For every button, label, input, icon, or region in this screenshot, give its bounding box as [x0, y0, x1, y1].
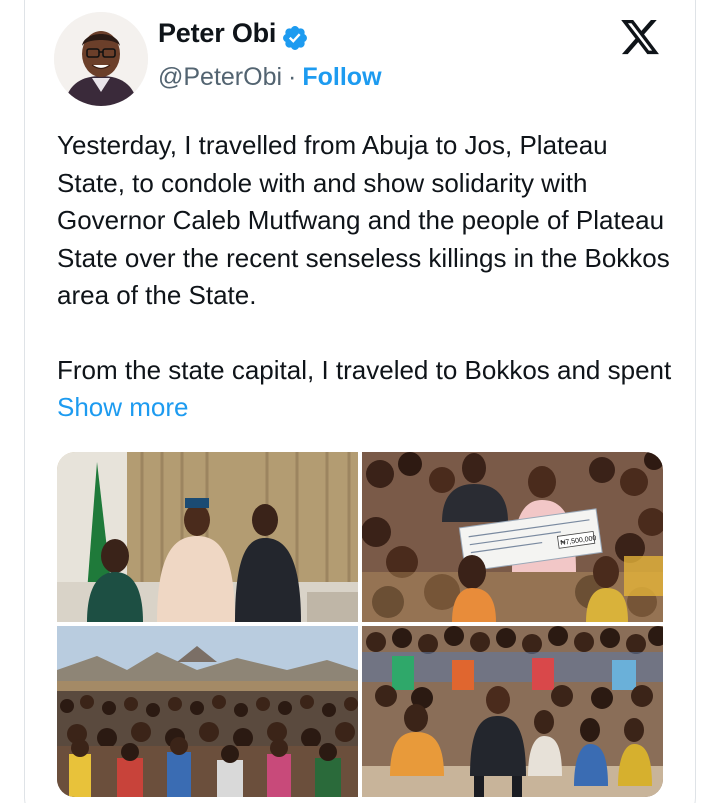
avatar-photo: [54, 12, 148, 106]
x-logo-icon[interactable]: [618, 16, 662, 58]
handle-row: @PeterObi · Follow: [158, 63, 382, 92]
author-name[interactable]: Peter Obi: [158, 18, 276, 49]
tweet-paragraph-1: Yesterday, I travelled from Abuja to Jos…: [57, 130, 670, 310]
show-more-link[interactable]: Show more: [57, 392, 189, 422]
author-avatar[interactable]: [54, 12, 148, 106]
photo-3[interactable]: [57, 626, 358, 797]
tweet-paragraph-2: From the state capital, I traveled to Bo…: [57, 352, 672, 427]
tweet-text: Yesterday, I travelled from Abuja to Jos…: [57, 127, 672, 464]
verified-badge-icon: [283, 26, 307, 50]
photo-4[interactable]: [362, 626, 663, 797]
photo-2[interactable]: ₦7,500,000: [362, 452, 663, 622]
separator-dot: ·: [288, 63, 297, 91]
tweet-paragraph-2-text: From the state capital, I traveled to Bo…: [57, 354, 672, 385]
follow-button[interactable]: Follow: [302, 63, 381, 91]
author-handle[interactable]: @PeterObi: [158, 63, 282, 91]
photo-1[interactable]: [57, 452, 358, 622]
media-grid: ₦7,500,000: [57, 452, 663, 797]
